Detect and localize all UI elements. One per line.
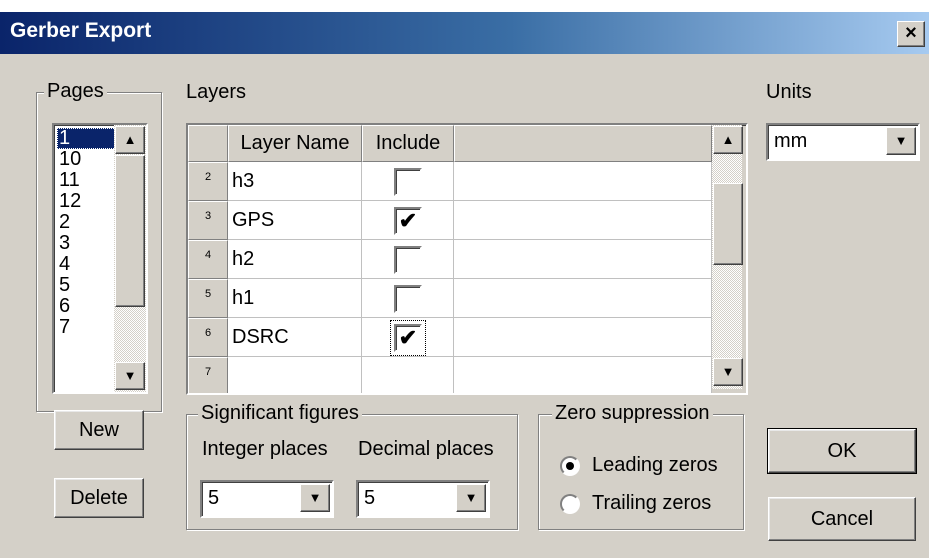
row-header[interactable]: 4	[188, 240, 228, 279]
checkmark-icon: ✔	[398, 325, 418, 350]
integer-places-combobox[interactable]: 5 ▼	[200, 480, 334, 518]
ok-button[interactable]: OK	[767, 428, 917, 474]
layers-scroll-down-button[interactable]: ▼	[713, 358, 743, 386]
close-icon: ×	[905, 22, 917, 44]
include-cell[interactable]	[362, 357, 454, 393]
cancel-button[interactable]: Cancel	[768, 497, 916, 541]
include-checkbox[interactable]: ✔	[394, 207, 422, 235]
pages-listbox[interactable]: 1 10 11 12 2 3 4 5 6 7 ▲ ▼	[52, 123, 148, 394]
arrow-down-icon: ▼	[123, 368, 137, 383]
include-checkbox[interactable]	[394, 168, 422, 196]
layers-grid[interactable]: Layer Name Include 2 h3 3 GPS ✔ 4 h2 5 h…	[186, 123, 748, 395]
arrow-up-icon: ▲	[721, 132, 735, 147]
decimal-places-combobox[interactable]: 5 ▼	[356, 480, 490, 518]
units-combobox[interactable]: mm ▼	[766, 123, 920, 161]
blank-cell	[454, 357, 712, 393]
checkmark-icon: ✔	[398, 208, 418, 233]
row-header[interactable]: 2	[188, 162, 228, 201]
pages-list-item-6[interactable]: 6	[57, 296, 116, 317]
chevron-down-icon: ▼	[464, 490, 478, 505]
pages-list-item-12[interactable]: 12	[57, 191, 116, 212]
leading-zeros-label[interactable]: Leading zeros	[592, 454, 718, 477]
layer-name-cell[interactable]	[228, 357, 362, 393]
pages-scroll-down-button[interactable]: ▼	[115, 362, 145, 390]
new-page-button[interactable]: New	[54, 410, 144, 450]
blank-cell	[454, 318, 712, 357]
decimal-places-value: 5	[364, 487, 376, 509]
blank-cell	[454, 201, 712, 240]
decimal-places-dropdown-button[interactable]: ▼	[456, 484, 486, 512]
include-checkbox[interactable]	[394, 285, 422, 313]
row-header[interactable]: 6	[188, 318, 228, 357]
blank-cell	[454, 162, 712, 201]
column-header-blank	[454, 125, 712, 162]
layer-name-cell[interactable]: GPS	[228, 201, 362, 240]
pages-legend: Pages	[44, 80, 107, 103]
gerber-export-dialog: Gerber Export × Pages 1 10 11 12 2 3 4 5…	[0, 12, 929, 558]
pages-list-item-11[interactable]: 11	[57, 170, 116, 191]
close-button[interactable]: ×	[897, 21, 925, 47]
radio-selected-dot-icon	[566, 462, 574, 470]
chevron-down-icon: ▼	[308, 490, 322, 505]
decimal-places-label: Decimal places	[358, 438, 494, 460]
units-dropdown-button[interactable]: ▼	[886, 127, 916, 155]
title-bar[interactable]: Gerber Export ×	[0, 12, 929, 54]
significant-figures-legend: Significant figures	[198, 402, 362, 425]
units-label: Units	[766, 81, 812, 103]
delete-page-button[interactable]: Delete	[54, 478, 144, 518]
pages-list-item-1[interactable]: 1	[57, 128, 116, 149]
pages-list-item-3[interactable]: 3	[57, 233, 116, 254]
trailing-zeros-label[interactable]: Trailing zeros	[592, 492, 711, 515]
include-checkbox[interactable]	[394, 246, 422, 274]
trailing-zeros-radio[interactable]	[560, 494, 580, 514]
column-header-layer-name[interactable]: Layer Name	[228, 125, 362, 162]
pages-scroll-up-button[interactable]: ▲	[115, 126, 145, 154]
layer-name-cell[interactable]: h2	[228, 240, 362, 279]
row-header[interactable]: 5	[188, 279, 228, 318]
leading-zeros-radio[interactable]	[560, 456, 580, 476]
row-header[interactable]: 7	[188, 357, 228, 393]
integer-places-label: Integer places	[202, 438, 328, 460]
blank-cell	[454, 279, 712, 318]
zero-suppression-legend: Zero suppression	[552, 402, 713, 425]
integer-places-dropdown-button[interactable]: ▼	[300, 484, 330, 512]
units-value: mm	[774, 130, 808, 152]
layers-scroll-thumb[interactable]	[713, 183, 743, 265]
integer-places-value: 5	[208, 487, 220, 509]
arrow-up-icon: ▲	[123, 132, 137, 147]
chevron-down-icon: ▼	[894, 133, 908, 148]
pages-list-item-7[interactable]: 7	[57, 317, 116, 338]
layers-scroll-up-button[interactable]: ▲	[713, 126, 743, 154]
pages-list-item-4[interactable]: 4	[57, 254, 116, 275]
window-title: Gerber Export	[10, 19, 152, 42]
pages-scroll-thumb[interactable]	[115, 155, 145, 307]
blank-cell	[454, 240, 712, 279]
layer-name-cell[interactable]: h1	[228, 279, 362, 318]
pages-list-item-10[interactable]: 10	[57, 149, 116, 170]
include-checkbox-focused[interactable]: ✔	[390, 320, 426, 356]
column-header-include[interactable]: Include	[362, 125, 454, 162]
grid-corner-header	[188, 125, 228, 162]
arrow-down-icon: ▼	[721, 364, 735, 379]
row-header[interactable]: 3	[188, 201, 228, 240]
pages-list-item-5[interactable]: 5	[57, 275, 116, 296]
pages-list-item-2[interactable]: 2	[57, 212, 116, 233]
layer-name-cell[interactable]: h3	[228, 162, 362, 201]
layers-label: Layers	[186, 81, 247, 103]
layer-name-cell[interactable]: DSRC	[228, 318, 362, 357]
